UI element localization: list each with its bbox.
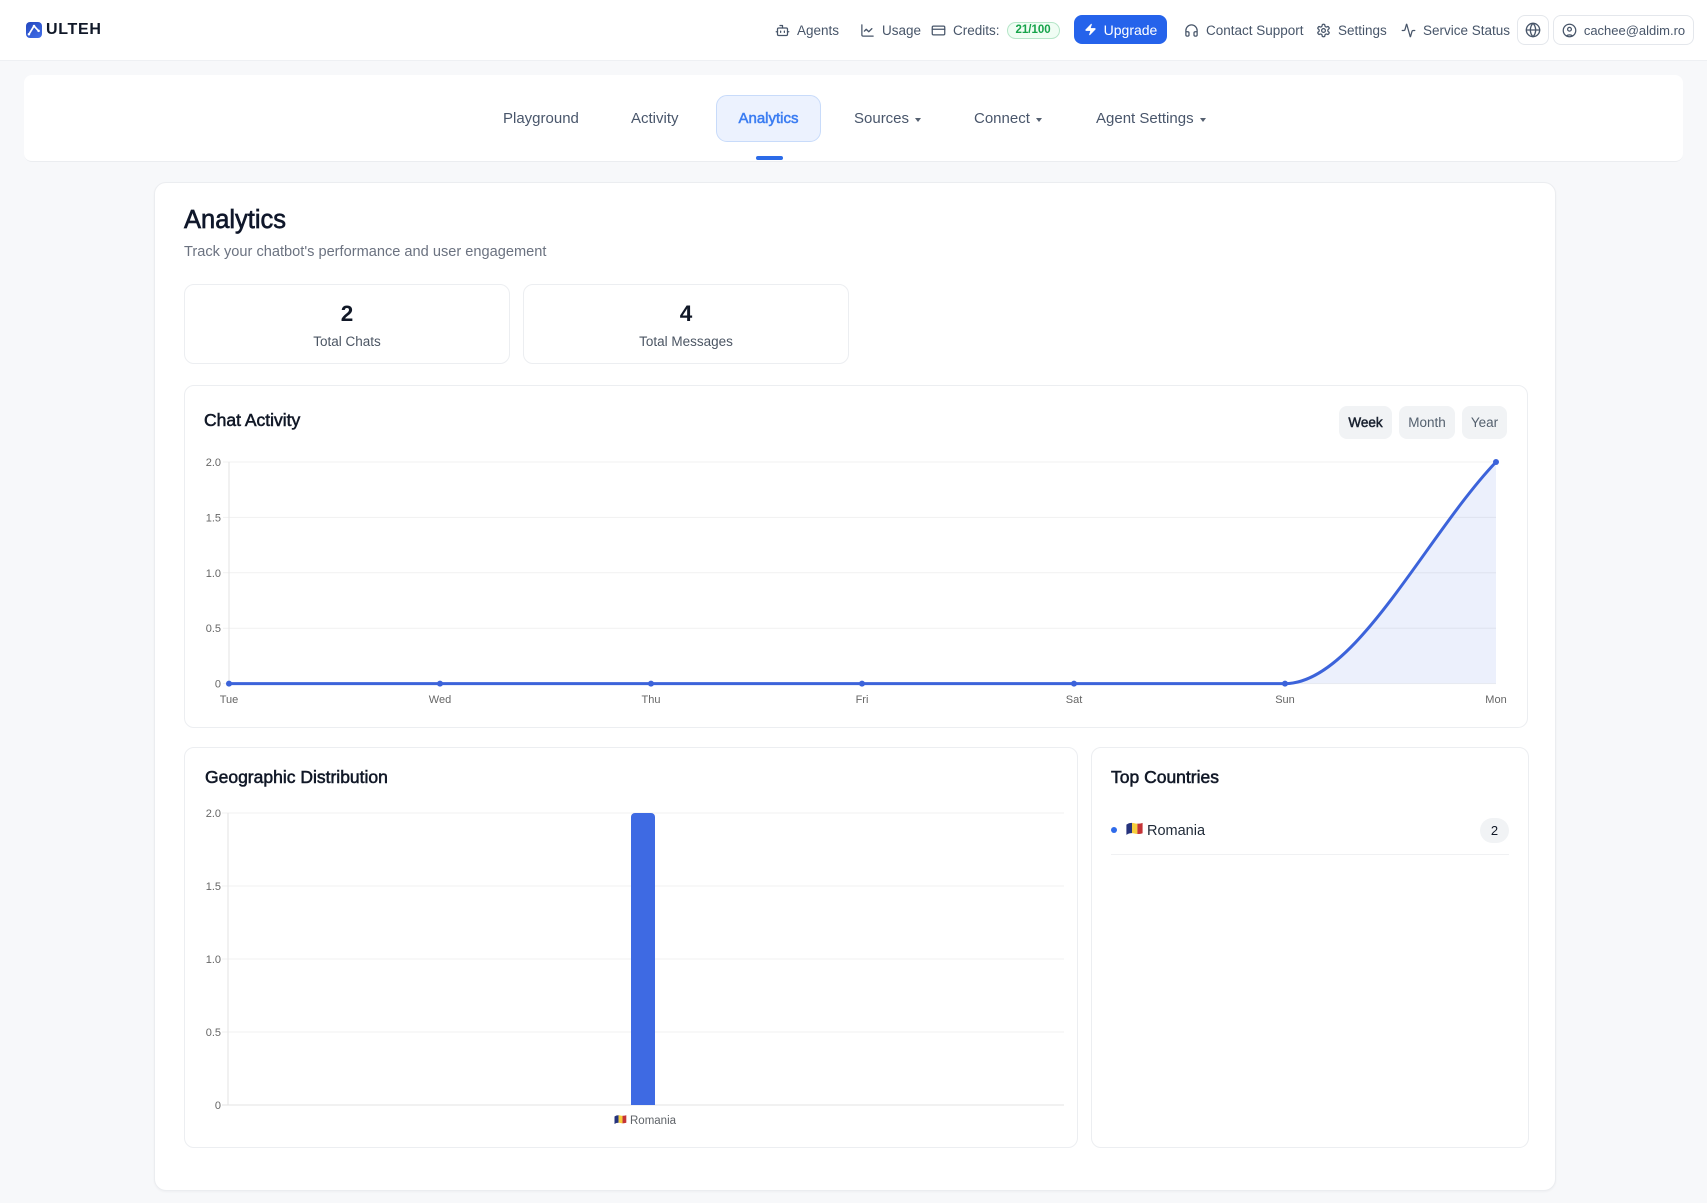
svg-text:Wed: Wed — [429, 694, 451, 706]
svg-text:Sun: Sun — [1275, 694, 1295, 706]
svg-text:Tue: Tue — [220, 694, 239, 706]
svg-text:Thu: Thu — [642, 694, 661, 706]
svg-text:0.5: 0.5 — [206, 1027, 221, 1039]
svg-text:Romania: Romania — [630, 1115, 677, 1127]
svg-text:Sat: Sat — [1066, 694, 1083, 706]
svg-text:2.0: 2.0 — [206, 808, 221, 820]
svg-text:0: 0 — [215, 1100, 221, 1112]
svg-text:Fri: Fri — [856, 694, 869, 706]
svg-text:2.0: 2.0 — [206, 457, 221, 469]
svg-text:0.5: 0.5 — [206, 623, 221, 635]
svg-text:1.5: 1.5 — [206, 881, 221, 893]
svg-text:1.5: 1.5 — [206, 512, 221, 524]
svg-text:1.0: 1.0 — [206, 568, 221, 580]
svg-text:1.0: 1.0 — [206, 954, 221, 966]
svg-text:Mon: Mon — [1485, 694, 1506, 706]
svg-text:0: 0 — [215, 679, 221, 691]
